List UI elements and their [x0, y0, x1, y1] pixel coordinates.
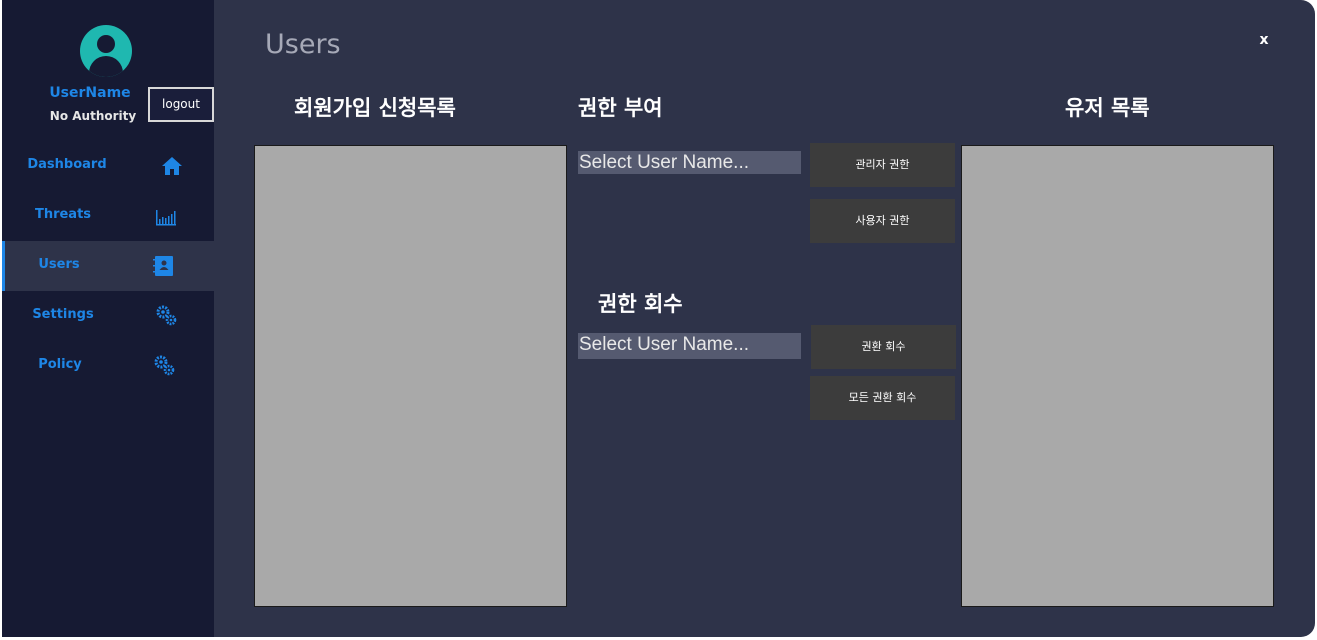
sidebar-item-label: Settings	[32, 307, 94, 322]
grant-title: 권한 부여	[578, 96, 663, 120]
revoke-title: 권한 회수	[598, 292, 683, 316]
user-list-title: 유저 목록	[1065, 96, 1150, 120]
sidebar-item-label: Threats	[34, 207, 92, 222]
signup-request-list[interactable]	[254, 145, 567, 607]
revoke-permission-button[interactable]: 권환 회수	[811, 325, 956, 369]
gears-icon	[155, 304, 179, 328]
authority-label: No Authority	[49, 109, 137, 123]
sidebar-item-dashboard[interactable]: Dashboard	[2, 141, 214, 191]
sidebar: UserName No Authority logout Dashboard T…	[2, 0, 214, 637]
close-button[interactable]: x	[1254, 30, 1274, 50]
home-icon	[160, 154, 184, 178]
sidebar-item-users[interactable]: Users	[2, 241, 214, 291]
avatar	[80, 25, 132, 77]
sidebar-item-label: Users	[38, 257, 80, 272]
gears-icon	[153, 354, 177, 378]
sidebar-item-label: Policy	[38, 357, 82, 372]
revoke-user-select[interactable]: Select User Name...	[578, 333, 801, 359]
user-permission-button[interactable]: 사용자 권한	[810, 199, 955, 243]
sidebar-item-threats[interactable]: Threats	[2, 191, 214, 241]
revoke-all-permissions-button[interactable]: 모든 권환 회수	[810, 376, 955, 420]
bar-chart-icon	[154, 204, 178, 228]
users-window: UserName No Authority logout Dashboard T…	[2, 0, 1315, 637]
admin-permission-button[interactable]: 관리자 권한	[810, 143, 955, 187]
page-title: Users	[265, 29, 341, 60]
sidebar-item-settings[interactable]: Settings	[2, 291, 214, 341]
contacts-book-icon	[152, 254, 176, 278]
logout-button[interactable]: logout	[148, 87, 214, 122]
user-list[interactable]	[961, 145, 1274, 607]
sidebar-item-policy[interactable]: Policy	[2, 341, 214, 391]
grant-user-select[interactable]: Select User Name...	[578, 151, 801, 174]
signup-list-title: 회원가입 신청목록	[294, 96, 456, 120]
username-label: UserName	[49, 85, 131, 101]
sidebar-item-label: Dashboard	[27, 157, 107, 172]
